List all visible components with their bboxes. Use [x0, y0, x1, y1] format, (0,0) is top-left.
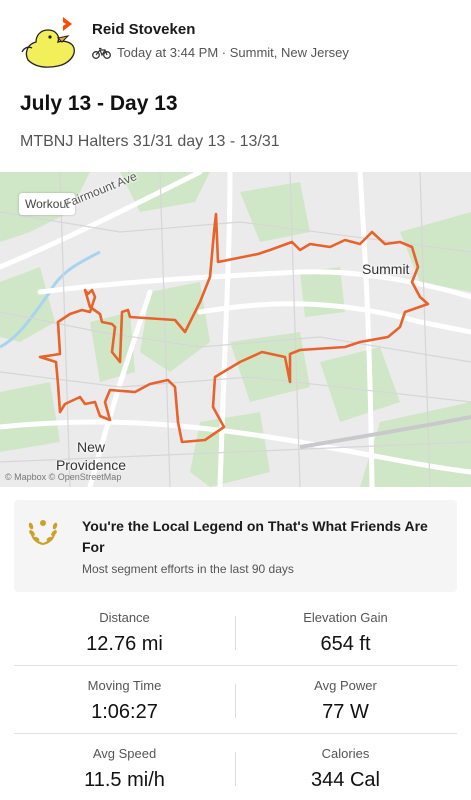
stat-label: Avg Speed	[92, 746, 157, 761]
stats-row: Avg Speed 11.5 mi/h Calories 344 Cal	[14, 734, 457, 800]
activity-title[interactable]: July 13 - Day 13	[20, 92, 178, 116]
stat-value: 12.76 mi	[86, 633, 163, 655]
local-legend-card[interactable]: You're the Local Legend on That's What F…	[14, 500, 457, 592]
stat-label: Moving Time	[87, 678, 162, 693]
bike-icon	[92, 47, 111, 59]
stat-value: 344 Cal	[311, 769, 380, 791]
stat-label: Distance	[99, 610, 150, 625]
activity-stats: Distance 12.76 mi Elevation Gain 654 ft …	[14, 598, 457, 800]
activity-header: Reid Stoveken Today at 3:44 PM · Summit,…	[0, 0, 471, 80]
stat-avg-power: Avg Power 77 W	[235, 678, 456, 724]
local-legend-title: You're the Local Legend on That's What F…	[82, 518, 428, 555]
avatar[interactable]	[18, 16, 78, 76]
activity-meta: Today at 3:44 PM · Summit, New Jersey	[92, 45, 349, 60]
laurel-icon	[28, 520, 58, 545]
activity-date-location: Today at 3:44 PM · Summit, New Jersey	[117, 45, 349, 60]
stat-label: Elevation Gain	[303, 610, 388, 625]
strava-chevron-badge-icon	[63, 17, 72, 31]
stat-avg-speed: Avg Speed 11.5 mi/h	[14, 746, 235, 792]
stat-moving-time: Moving Time 1:06:27	[14, 678, 235, 724]
stats-row: Distance 12.76 mi Elevation Gain 654 ft	[14, 598, 457, 666]
map-label-new-providence: New Providence	[52, 438, 130, 474]
stat-calories: Calories 344 Cal	[235, 746, 456, 792]
map-label-summit: Summit	[362, 261, 410, 277]
stat-value: 11.5 mi/h	[84, 769, 165, 791]
stat-elevation-gain: Elevation Gain 654 ft	[235, 610, 456, 656]
stat-distance: Distance 12.76 mi	[14, 610, 235, 656]
activity-description: MTBNJ Halters 31/31 day 13 - 13/31	[20, 133, 280, 150]
map-attribution[interactable]: © Mapbox © OpenStreetMap	[5, 472, 121, 482]
map-label-new-providence-line1: New	[76, 439, 105, 455]
stat-value: 1:06:27	[91, 701, 158, 723]
stat-label: Avg Power	[314, 678, 377, 693]
stats-row: Moving Time 1:06:27 Avg Power 77 W	[14, 666, 457, 734]
stat-value: 654 ft	[320, 633, 371, 655]
stat-label: Calories	[321, 746, 370, 761]
local-legend-subtitle: Most segment efforts in the last 90 days	[82, 562, 294, 576]
athlete-name[interactable]: Reid Stoveken	[92, 21, 195, 38]
stat-value: 77 W	[322, 701, 369, 723]
